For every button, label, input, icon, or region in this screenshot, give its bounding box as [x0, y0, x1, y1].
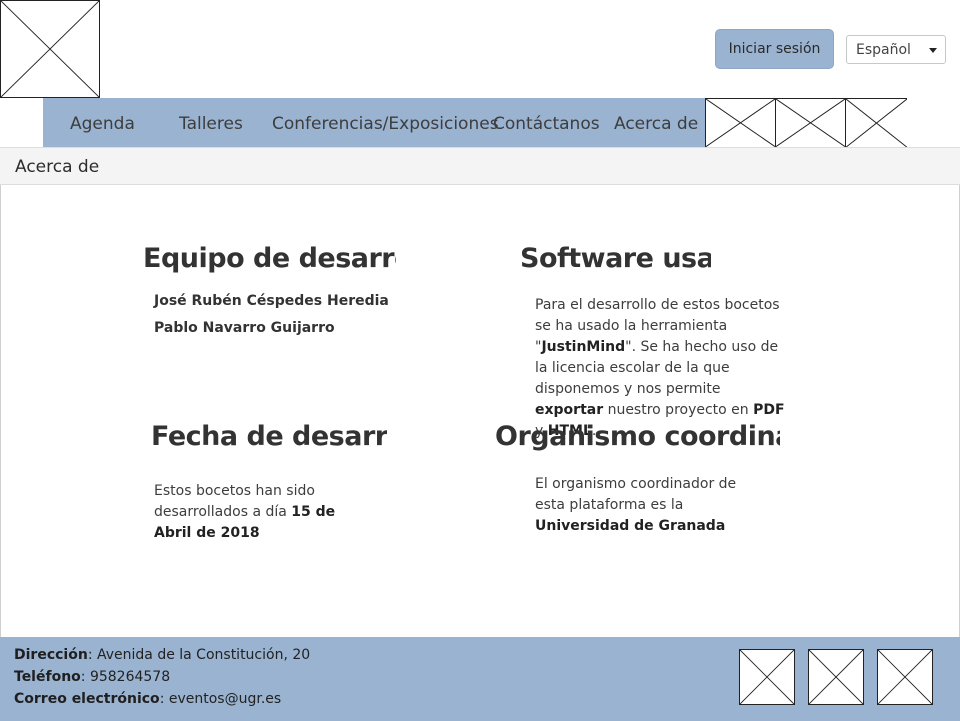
- language-select-value: Español: [856, 41, 911, 58]
- organization-heading: Organismo coordinador: [495, 421, 780, 452]
- social-image-placeholder-3[interactable]: [877, 649, 933, 705]
- organization-description: El organismo coordinador de esta platafo…: [535, 476, 737, 534]
- nav-image-placeholder-1[interactable]: [705, 98, 776, 148]
- nav-image-placeholder-3[interactable]: [845, 98, 908, 148]
- team-member: José Rubén Céspedes Heredia: [154, 293, 389, 309]
- page-title: Acerca de: [15, 157, 100, 177]
- team-member: Pablo Navarro Guijarro: [154, 320, 335, 336]
- page-header-bar: Acerca de: [0, 147, 960, 185]
- date-heading: Fecha de desarrollo: [151, 421, 387, 452]
- nav-item-talleres[interactable]: Talleres: [179, 98, 243, 147]
- footer-address: Dirección: Avenida de la Constitución, 2…: [14, 647, 311, 663]
- login-button[interactable]: Iniciar sesión: [715, 29, 834, 69]
- nav-item-agenda[interactable]: Agenda: [70, 98, 135, 147]
- nav-image-placeholder-2[interactable]: [775, 98, 846, 148]
- logo-image-placeholder: [0, 0, 100, 98]
- main-navigation: Agenda Talleres Conferencias/Exposicione…: [43, 98, 908, 148]
- footer: Dirección: Avenida de la Constitución, 2…: [0, 637, 960, 721]
- language-select[interactable]: Español: [846, 35, 946, 64]
- nav-item-conferencias[interactable]: Conferencias/Exposiciones: [272, 98, 499, 147]
- date-description: Estos bocetos han sido desarrollados a d…: [154, 483, 336, 541]
- chevron-down-icon: [929, 48, 937, 53]
- nav-item-contactanos[interactable]: Contáctanos: [493, 98, 600, 147]
- footer-email: Correo electrónico: eventos@ugr.es: [14, 691, 282, 707]
- social-image-placeholder-1[interactable]: [739, 649, 795, 705]
- footer-phone: Teléfono: 958264578: [14, 669, 171, 685]
- software-description: Para el desarrollo de estos bocetos se h…: [535, 297, 785, 439]
- software-heading: Software usado: [520, 243, 711, 274]
- nav-item-acerca-de[interactable]: Acerca de: [614, 98, 698, 147]
- social-image-placeholder-2[interactable]: [808, 649, 864, 705]
- team-heading: Equipo de desarrollo: [143, 243, 396, 274]
